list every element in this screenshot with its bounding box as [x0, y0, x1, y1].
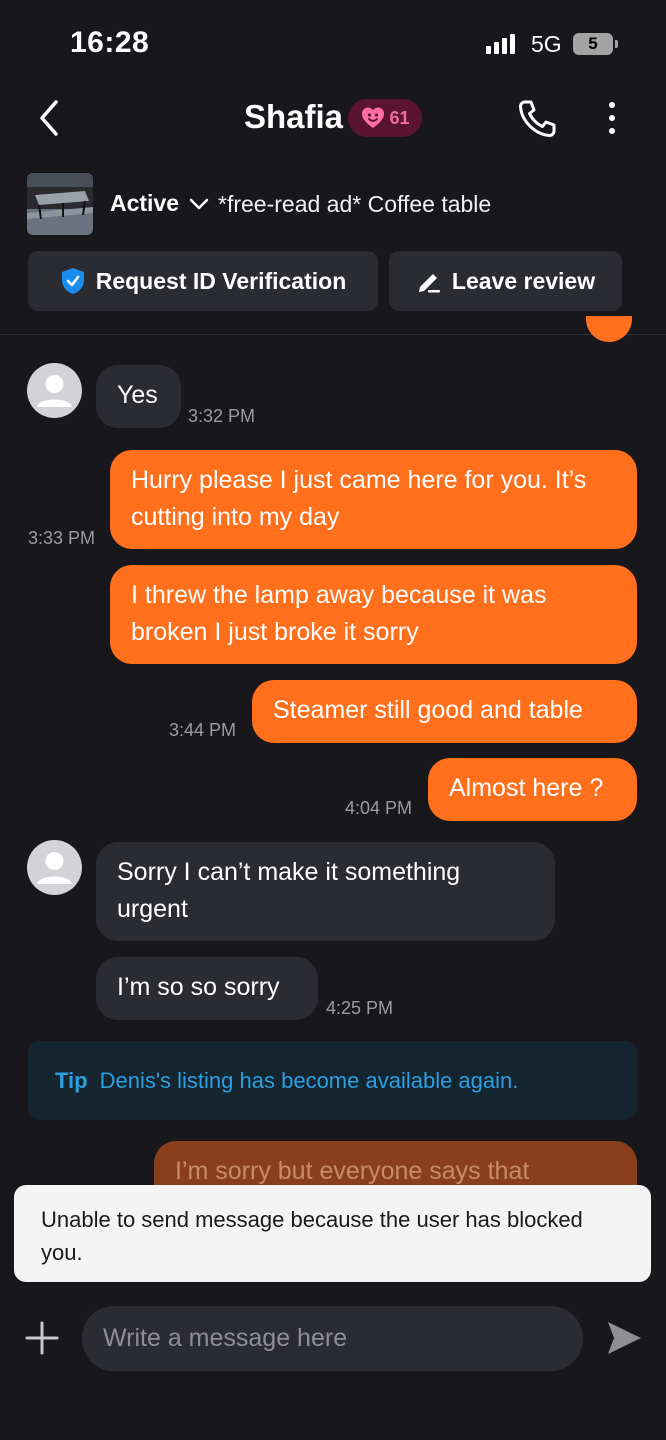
header-divider — [0, 334, 666, 335]
plus-icon[interactable] — [24, 1320, 60, 1356]
message-bubble-failed[interactable]: I’m sorry but everyone says that — [154, 1141, 637, 1191]
message-bubble-partial — [586, 316, 632, 342]
contact-name[interactable]: Shafia — [244, 98, 343, 136]
message-timestamp: 4:04 PM — [345, 798, 413, 818]
tip-text: Denis's listing has become available aga… — [99, 1067, 519, 1093]
review-label: Leave review — [451, 267, 596, 294]
leave-review-button[interactable]: Leave review — [389, 251, 622, 311]
message-timestamp: 3:33 PM — [28, 528, 96, 548]
tip-banner[interactable]: Tip Denis's listing has become available… — [28, 1041, 637, 1120]
phone-icon[interactable] — [514, 96, 560, 142]
request-id-verification-button[interactable]: Request ID Verification — [28, 251, 378, 311]
battery-tip — [615, 40, 618, 48]
message-timestamp: 4:25 PM — [326, 998, 394, 1018]
pencil-icon — [418, 274, 440, 293]
message-timestamp: 3:32 PM — [188, 406, 256, 426]
karma-badge: 61 — [348, 99, 422, 137]
network-type: 5G — [531, 31, 562, 57]
battery-icon: 5 — [573, 33, 613, 55]
more-options-icon[interactable] — [600, 98, 624, 138]
listing-title[interactable]: *free-read ad* Coffee table — [218, 191, 491, 218]
message-bubble[interactable]: Hurry please I just came here for you. I… — [110, 450, 637, 549]
karma-count: 61 — [389, 107, 410, 128]
message-bubble[interactable]: Yes — [96, 365, 181, 428]
chevron-down-icon[interactable] — [188, 196, 210, 212]
message-bubble[interactable]: I threw the lamp away because it was bro… — [110, 565, 637, 664]
message-bubble[interactable]: I’m so so sorry — [96, 957, 318, 1020]
message-bubble[interactable]: Steamer still good and table — [252, 680, 637, 743]
verify-label: Request ID Verification — [95, 267, 347, 294]
message-input[interactable]: Write a message here — [82, 1306, 583, 1371]
message-timestamp: 3:44 PM — [169, 720, 237, 740]
tip-label: Tip — [55, 1067, 88, 1093]
message-bubble[interactable]: Sorry I can’t make it something urgent — [96, 842, 555, 941]
avatar[interactable] — [27, 363, 82, 418]
send-icon[interactable] — [604, 1318, 644, 1358]
avatar[interactable] — [27, 840, 82, 895]
heart-icon — [362, 107, 385, 128]
shield-check-icon — [61, 268, 84, 294]
back-icon[interactable] — [30, 98, 70, 138]
message-bubble[interactable]: Almost here ? — [428, 758, 637, 821]
listing-thumbnail[interactable] — [27, 173, 93, 235]
listing-status[interactable]: Active — [110, 190, 179, 217]
signal-icon — [486, 34, 515, 54]
status-time: 16:28 — [70, 26, 150, 59]
blocked-toast: Unable to send message because the user … — [14, 1185, 651, 1282]
